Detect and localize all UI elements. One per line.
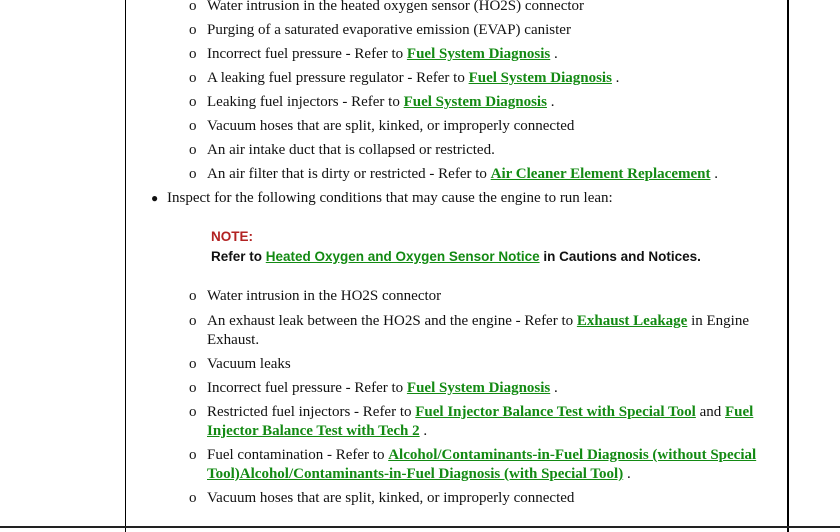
bullet-icon: o bbox=[189, 356, 197, 372]
alcohol-contaminants-with-tool-link[interactable]: Alcohol/Contaminants-in-Fuel Diagnosis (… bbox=[240, 466, 623, 482]
list-item: o Incorrect fuel pressure - Refer to Fue… bbox=[189, 45, 779, 64]
item-text: An air intake duct that is collapsed or … bbox=[207, 142, 495, 158]
list-item: o Incorrect fuel pressure - Refer to Fue… bbox=[189, 379, 779, 398]
list-item: o Vacuum hoses that are split, kinked, o… bbox=[189, 489, 779, 508]
list-item: o Restricted fuel injectors - Refer to F… bbox=[189, 403, 779, 441]
note-text: Refer to bbox=[211, 249, 266, 264]
item-text: Water intrusion in the heated oxygen sen… bbox=[207, 0, 585, 14]
item-text: Water intrusion in the HO2S connector bbox=[207, 288, 442, 304]
exhaust-leakage-link[interactable]: Exhaust Leakage bbox=[577, 313, 687, 329]
item-text: An exhaust leak between the HO2S and the… bbox=[207, 313, 577, 329]
list-item: o An air filter that is dirty or restric… bbox=[189, 165, 779, 184]
list-item: o Water intrusion in the heated oxygen s… bbox=[189, 0, 779, 16]
right-border bbox=[787, 0, 789, 532]
inspect-text: Inspect for the following conditions tha… bbox=[167, 190, 613, 206]
list-item: o Vacuum hoses that are split, kinked, o… bbox=[189, 117, 779, 136]
item-text-mid: and bbox=[695, 404, 726, 420]
list-item: o An air intake duct that is collapsed o… bbox=[189, 141, 779, 160]
bullet-icon: o bbox=[189, 166, 197, 182]
bullet-icon: ● bbox=[151, 191, 159, 205]
top-list-item: ● Inspect for the following conditions t… bbox=[151, 189, 767, 208]
item-text-end: . bbox=[550, 46, 558, 62]
item-text: Incorrect fuel pressure - Refer to bbox=[207, 46, 407, 62]
list-item: o Leaking fuel injectors - Refer to Fuel… bbox=[189, 93, 779, 112]
item-text: Incorrect fuel pressure - Refer to bbox=[207, 380, 407, 396]
fuel-system-diagnosis-link[interactable]: Fuel System Diagnosis bbox=[407, 46, 550, 62]
item-text: Fuel contamination - Refer to bbox=[207, 447, 389, 463]
list-item: o An exhaust leak between the HO2S and t… bbox=[189, 312, 779, 350]
list-item: o Vacuum leaks bbox=[189, 355, 779, 374]
item-text: Leaking fuel injectors - Refer to bbox=[207, 94, 404, 110]
list-item: o Fuel contamination - Refer to Alcohol/… bbox=[189, 446, 779, 484]
item-text: Restricted fuel injectors - Refer to bbox=[207, 404, 416, 420]
bottom-border bbox=[0, 526, 840, 528]
note-heading: NOTE: bbox=[211, 229, 253, 244]
bullet-icon: o bbox=[189, 490, 197, 506]
list-item: o Purging of a saturated evaporative emi… bbox=[189, 21, 779, 40]
bullet-icon: o bbox=[189, 313, 197, 329]
bullet-icon: o bbox=[189, 447, 197, 463]
bullet-icon: o bbox=[189, 288, 197, 304]
fuel-system-diagnosis-link[interactable]: Fuel System Diagnosis bbox=[404, 94, 547, 110]
air-cleaner-element-replacement-link[interactable]: Air Cleaner Element Replacement bbox=[491, 166, 711, 182]
fuel-system-diagnosis-link[interactable]: Fuel System Diagnosis bbox=[407, 380, 550, 396]
list-item: o Water intrusion in the HO2S connector bbox=[189, 287, 779, 306]
item-text: Vacuum leaks bbox=[207, 356, 291, 372]
bullet-icon: o bbox=[189, 404, 197, 420]
bullet-icon: o bbox=[189, 22, 197, 38]
item-text-end: . bbox=[419, 423, 428, 439]
item-text: Purging of a saturated evaporative emiss… bbox=[207, 22, 571, 38]
item-text-end: . bbox=[550, 380, 558, 396]
document-content: o Water intrusion in the heated oxygen s… bbox=[126, 0, 787, 526]
fuel-system-diagnosis-link[interactable]: Fuel System Diagnosis bbox=[469, 70, 612, 86]
bullet-icon: o bbox=[189, 0, 197, 14]
bullet-icon: o bbox=[189, 70, 197, 86]
item-text: A leaking fuel pressure regulator - Refe… bbox=[207, 70, 469, 86]
item-text-end: . bbox=[710, 166, 718, 182]
bullet-icon: o bbox=[189, 380, 197, 396]
fuel-injector-balance-special-tool-link[interactable]: Fuel Injector Balance Test with Special … bbox=[415, 404, 696, 420]
note-text-end: in Cautions and Notices. bbox=[539, 249, 701, 264]
note-block: NOTE: Refer to Heated Oxygen and Oxygen … bbox=[211, 227, 701, 267]
item-text-end: . bbox=[623, 466, 631, 482]
bullet-icon: o bbox=[189, 46, 197, 62]
bullet-icon: o bbox=[189, 118, 197, 134]
item-text: Vacuum hoses that are split, kinked, or … bbox=[207, 490, 575, 506]
item-text-end: . bbox=[611, 70, 620, 86]
item-text: Vacuum hoses that are split, kinked, or … bbox=[207, 118, 575, 134]
item-text-end: . bbox=[546, 94, 555, 110]
bullet-icon: o bbox=[189, 94, 197, 110]
note-body: Refer to Heated Oxygen and Oxygen Sensor… bbox=[211, 247, 701, 267]
list-item: o A leaking fuel pressure regulator - Re… bbox=[189, 69, 779, 88]
item-text: An air filter that is dirty or restricte… bbox=[207, 166, 491, 182]
heated-oxygen-sensor-notice-link[interactable]: Heated Oxygen and Oxygen Sensor Notice bbox=[266, 249, 540, 264]
bullet-icon: o bbox=[189, 142, 197, 158]
